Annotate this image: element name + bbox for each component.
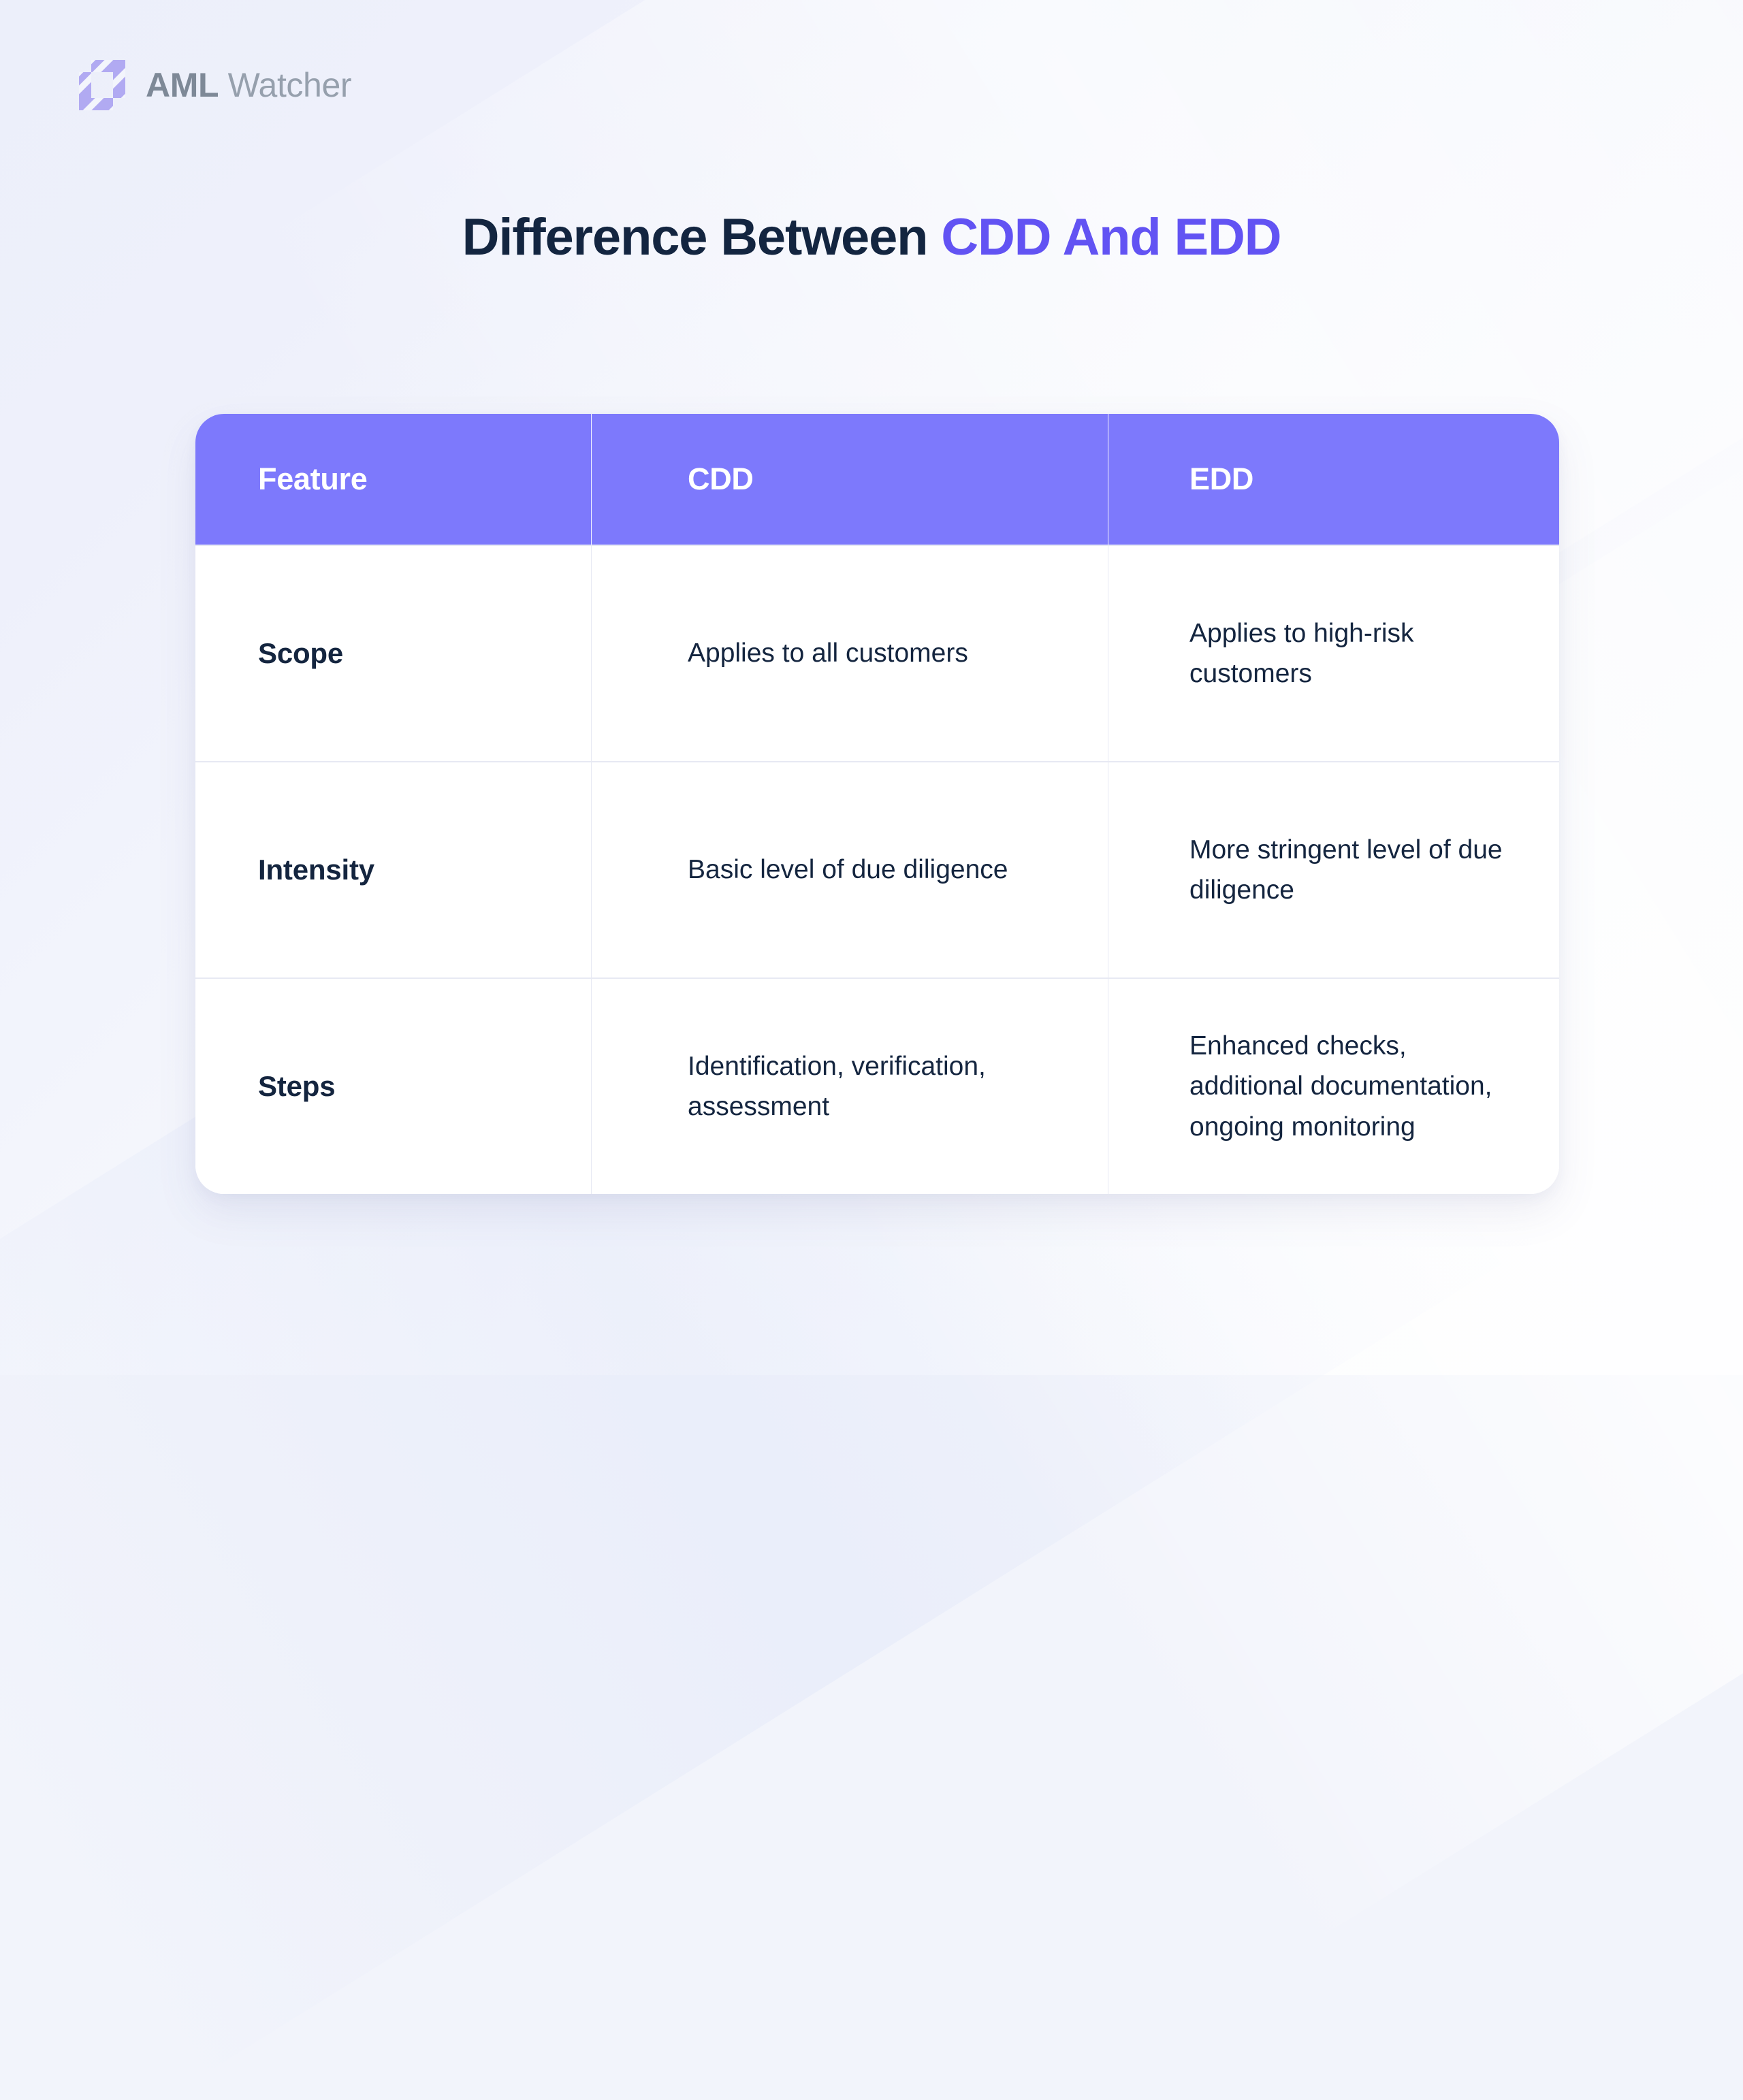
row-cdd-cell: Identification, verification, assessment bbox=[591, 979, 1108, 1194]
brand-logo: AML Watcher bbox=[76, 60, 352, 110]
column-header-cdd: CDD bbox=[591, 414, 1108, 545]
row-edd-cell: Applies to high-risk customers bbox=[1108, 546, 1559, 761]
row-cdd-cell: Applies to all customers bbox=[591, 546, 1108, 761]
page-title-lead: Difference Between bbox=[462, 208, 942, 266]
row-feature-label-cell: Intensity bbox=[195, 762, 591, 978]
edd-value: Applies to high-risk customers bbox=[1189, 618, 1414, 688]
row-edd-cell: More stringent level of due diligence bbox=[1108, 762, 1559, 978]
feature-label: Scope bbox=[258, 637, 344, 670]
column-header-edd: EDD bbox=[1108, 414, 1559, 545]
table-row: Intensity Basic level of due diligence M… bbox=[195, 761, 1559, 978]
table-row: Scope Applies to all customers Applies t… bbox=[195, 545, 1559, 761]
edd-value: More stringent level of due diligence bbox=[1189, 835, 1503, 905]
page-title-accent: CDD And EDD bbox=[941, 208, 1281, 266]
aml-watcher-logo-icon bbox=[79, 60, 125, 110]
column-header-feature: Feature bbox=[258, 462, 368, 496]
table-row: Steps Identification, verification, asse… bbox=[195, 978, 1559, 1194]
brand-word-aml: AML bbox=[146, 66, 219, 104]
row-feature-label-cell: Steps bbox=[195, 979, 591, 1194]
comparison-table: Feature CDD EDD Scope Applies to all cus… bbox=[195, 414, 1559, 1194]
feature-label: Intensity bbox=[258, 854, 374, 886]
row-cdd-cell: Basic level of due diligence bbox=[591, 762, 1108, 978]
table-header-row: Feature CDD EDD bbox=[195, 414, 1559, 545]
row-edd-cell: Enhanced checks, additional documentatio… bbox=[1108, 979, 1559, 1194]
infographic-canvas: AML Watcher Difference Between CDD And E… bbox=[0, 0, 1743, 1375]
feature-label: Steps bbox=[258, 1070, 336, 1103]
edd-value: Enhanced checks, additional documentatio… bbox=[1189, 1031, 1492, 1142]
brand-wordmark: AML Watcher bbox=[146, 66, 352, 104]
page-title: Difference Between CDD And EDD bbox=[0, 208, 1743, 267]
row-feature-label-cell: Scope bbox=[195, 546, 591, 761]
cdd-value: Applies to all customers bbox=[688, 639, 968, 668]
brand-word-watcher: Watcher bbox=[219, 66, 352, 104]
cdd-value: Basic level of due diligence bbox=[688, 855, 1008, 885]
cdd-value: Identification, verification, assessment bbox=[688, 1051, 986, 1121]
